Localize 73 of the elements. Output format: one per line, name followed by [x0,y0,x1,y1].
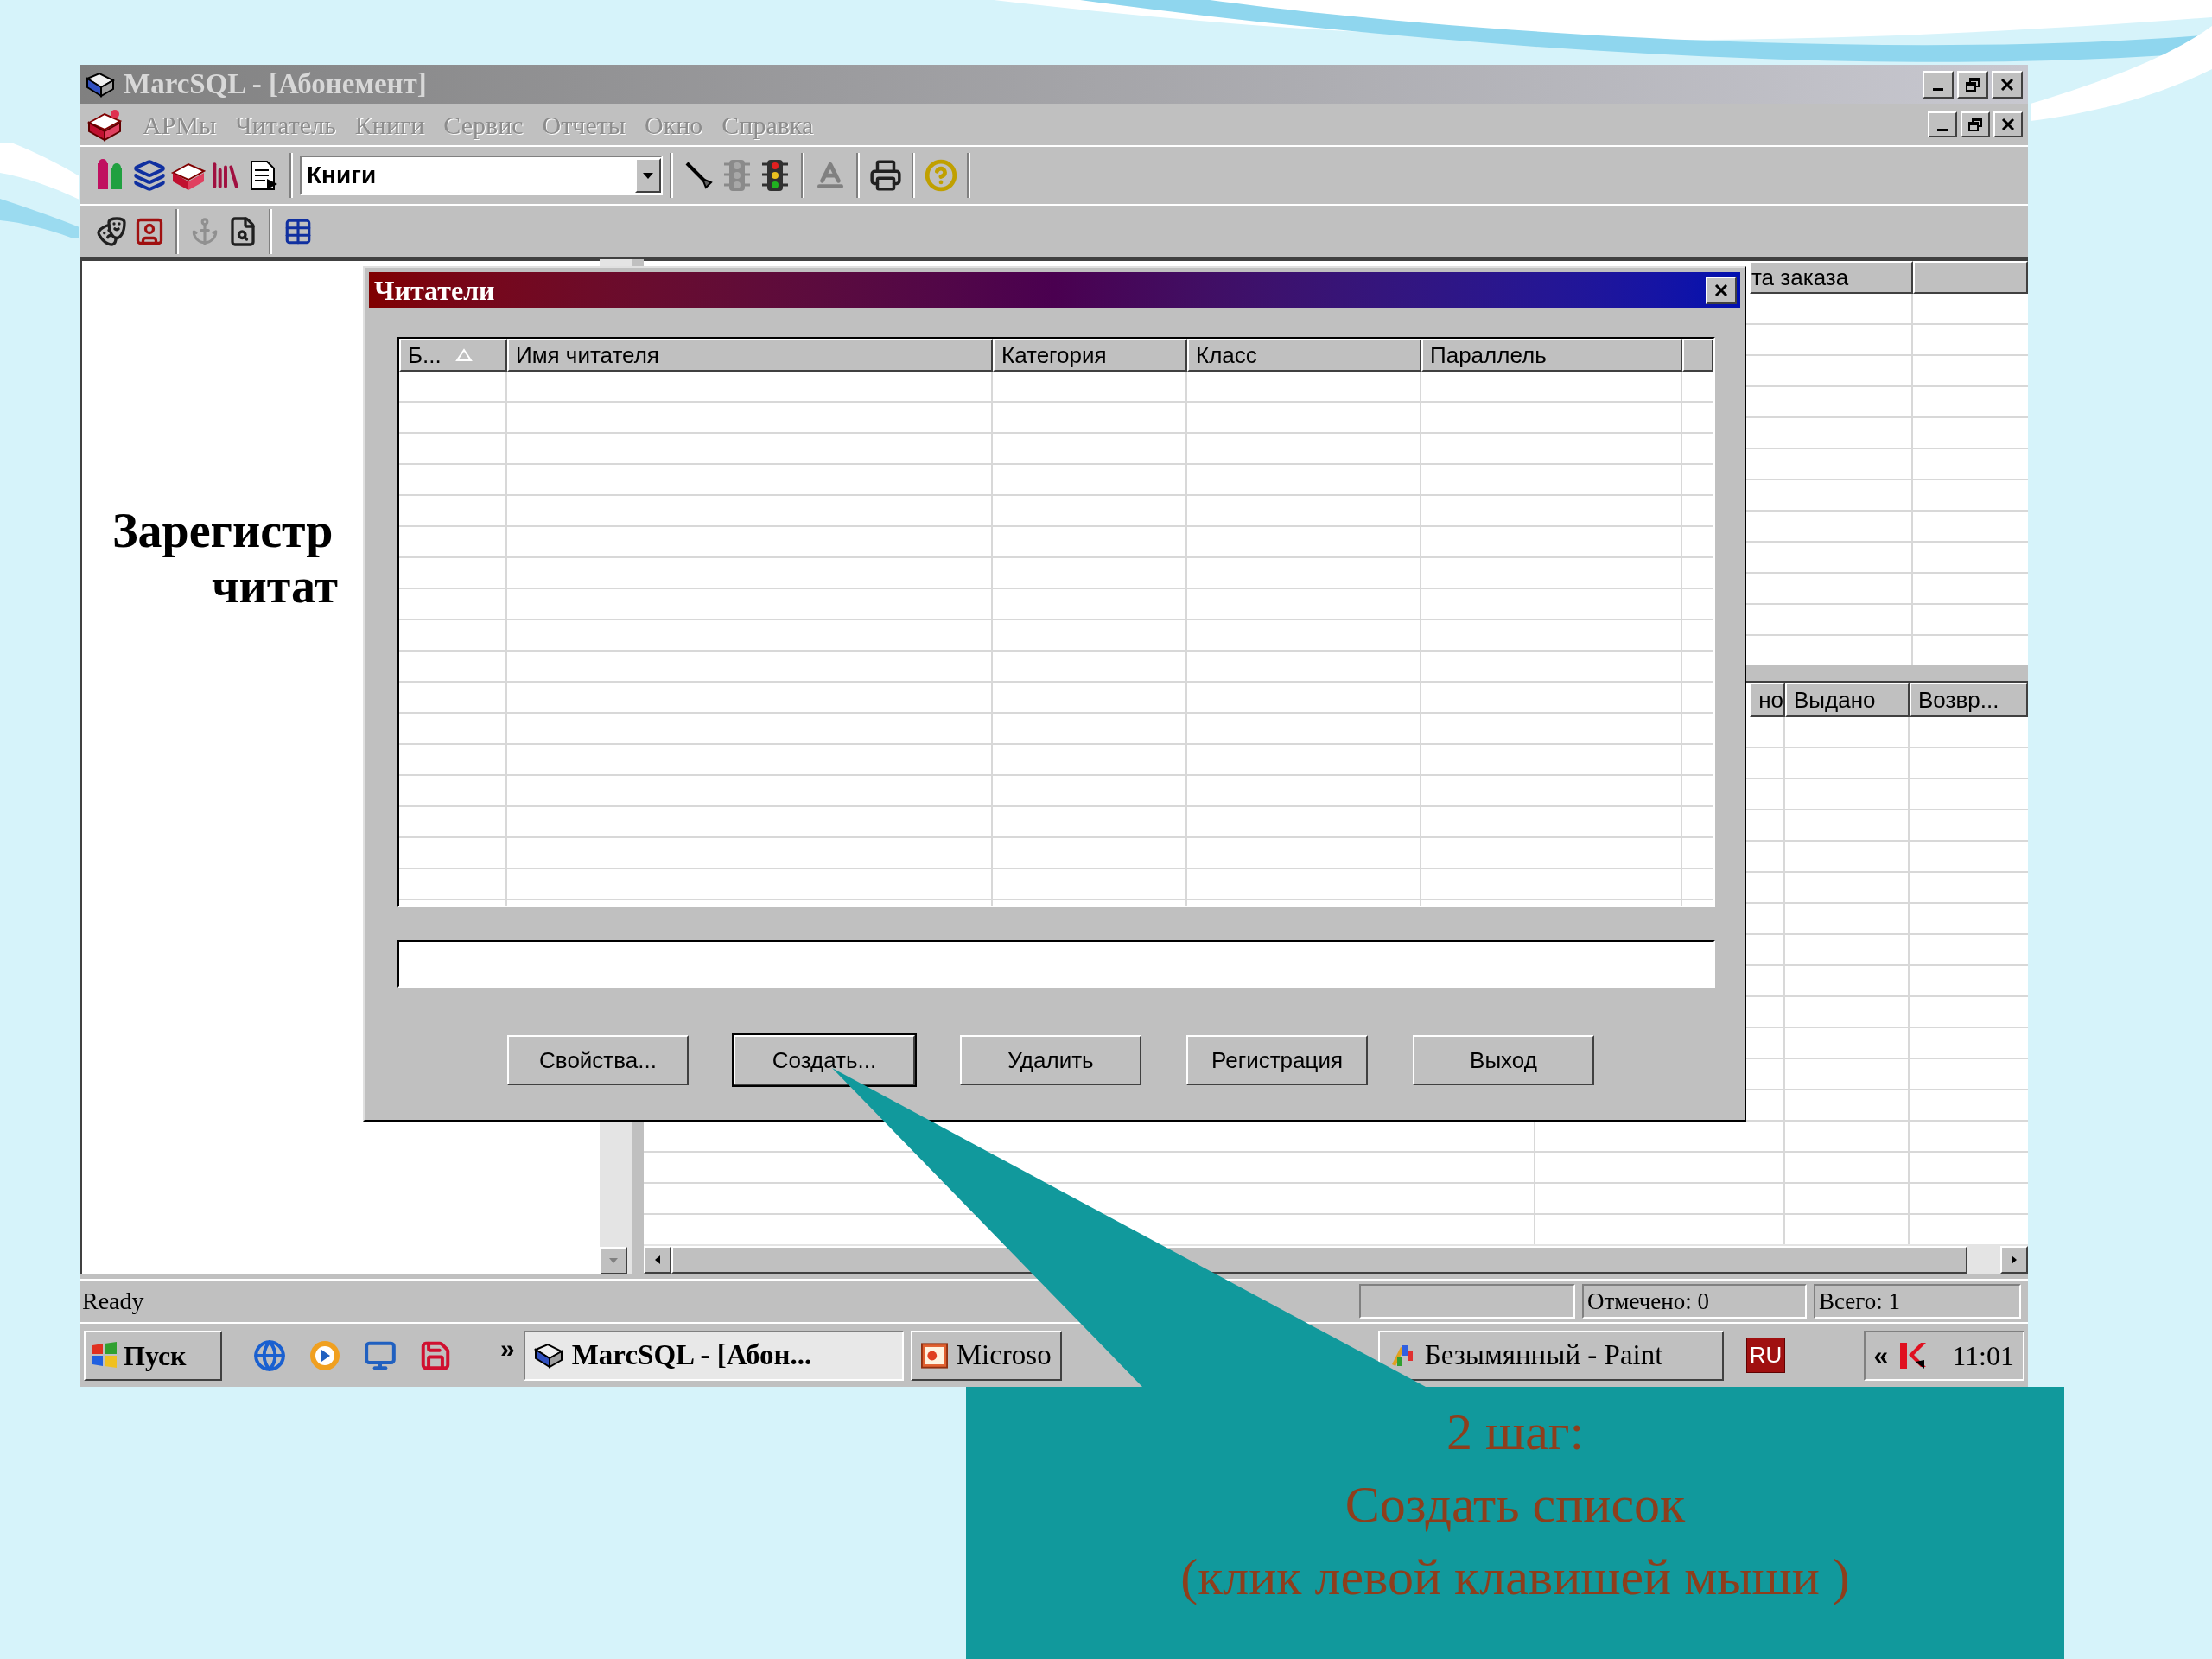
category-combo[interactable]: Книги [300,156,663,195]
close-icon [2000,117,2016,132]
column-header[interactable]: Категория [993,339,1187,372]
taskbar-button[interactable]: Безымянный - Paint [1377,1330,1724,1381]
more-chevron: » [500,1333,515,1364]
restore-button[interactable] [1957,70,1988,99]
dialog-button[interactable]: Удалить [960,1035,1141,1085]
dialog-button[interactable]: Свойства... [507,1035,689,1085]
heading-text: читат [212,558,339,613]
status-panel: Отмечено: 0 [1582,1284,1807,1319]
column-header[interactable]: Параллель [1421,339,1682,372]
stack-icon [133,159,166,192]
masks-icon [96,216,127,247]
scroll-right-button[interactable] [2000,1245,2028,1274]
close-button[interactable] [1992,70,2023,99]
column-header[interactable]: но [1750,683,1785,717]
anchor-icon [190,217,219,246]
arrow-down-icon [609,1258,618,1263]
tray-chevron[interactable]: « [1873,1336,1889,1375]
minimize-icon [1933,88,1943,91]
restore-icon [1965,76,1980,92]
status-text: Ready [82,1287,144,1316]
scroll-down-button[interactable] [600,1247,627,1274]
input-field[interactable] [397,940,1715,988]
traffic-light-icon [722,159,752,192]
close-icon [1713,283,1729,298]
column-header[interactable]: Б... [399,339,507,372]
language-indicator[interactable]: RU [1745,1338,1786,1373]
table-icon [283,217,313,246]
arrow-right-icon [2012,1255,2017,1264]
close-button[interactable] [1706,276,1737,304]
heading-text: Зарегистр [112,503,334,558]
taskbar-button[interactable]: MarcSQL - [Абон... [523,1330,904,1381]
minimize-icon [1937,128,1948,131]
dialog-title: Читатели [374,274,495,308]
browser-icon[interactable] [253,1338,286,1372]
traffic-light-icon [760,159,790,192]
column-header[interactable]: Имя читателя [507,339,993,372]
dialog-button[interactable]: Создать... [734,1035,915,1085]
portrait-icon [134,216,165,247]
minimize-button[interactable] [1923,70,1954,99]
column-header[interactable]: та заказа [1750,261,1913,294]
column-header[interactable] [1913,261,2028,294]
minimize-button[interactable] [1928,111,1957,137]
close-icon [1999,76,2015,92]
dropdown-arrow-icon [642,171,654,180]
callout-text: Создать список [1344,1475,1686,1535]
column-header[interactable]: Возвр... [1910,683,2028,717]
scroll-left-button[interactable] [644,1245,671,1274]
windows-logo-icon [91,1341,118,1370]
app-menu-icon [86,107,124,142]
close-button[interactable] [1993,111,2023,137]
column-header[interactable]: Выдано [1785,683,1910,717]
book-icon [533,1342,563,1369]
callout-text: (клик левой клавишей мыши ) [1180,1548,1850,1607]
restore-icon [1967,117,1983,132]
callout-text: 2 шаг: [1446,1402,1585,1462]
restore-button[interactable] [1961,111,1990,137]
presentation-icon [920,1341,948,1370]
clock: 11:01 [1952,1338,2014,1373]
start-button[interactable]: Пуск [84,1330,222,1381]
sort-arrow-icon [454,348,473,362]
media-player-icon[interactable] [308,1338,341,1372]
status-panel: Всего: 1 [1814,1284,2021,1319]
column-header[interactable]: Класс [1187,339,1421,372]
arrow-left-icon [655,1255,660,1264]
help-icon [925,159,957,192]
printer-icon [869,159,902,192]
dialog-button[interactable]: Регистрация [1186,1035,1368,1085]
dialog-button[interactable]: Выход [1413,1035,1594,1085]
window-title: MarcSQL - [Абонемент] [124,67,427,101]
taskbar-button[interactable]: Microso [910,1330,1062,1381]
book-icon [86,71,115,98]
